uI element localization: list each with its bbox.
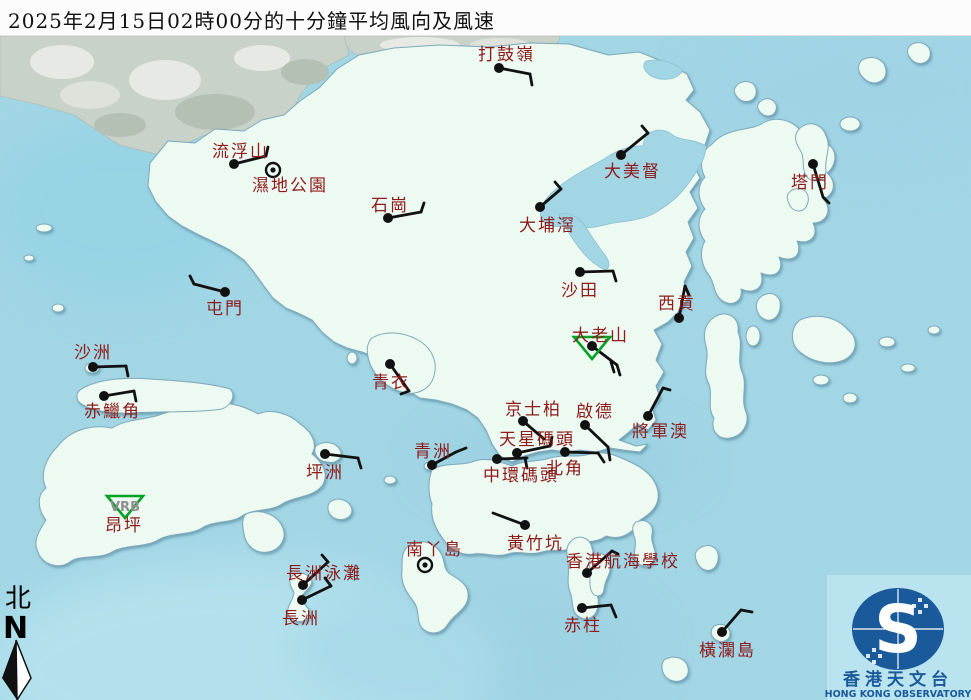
station-label: 塔門: [791, 173, 829, 193]
station-label: 坪洲: [306, 463, 344, 483]
station-label: 香港航海學校: [566, 552, 680, 572]
map-title: 2025年2月15日02時00分的十分鐘平均風向及風速: [8, 5, 495, 34]
station-dot: [520, 520, 530, 530]
station-label: 大埔滘: [519, 216, 576, 236]
wind-barb-tick: [741, 610, 752, 612]
station-label: 黃竹坑: [507, 534, 564, 554]
station-label: 大美督: [604, 162, 661, 182]
station-label: 橫瀾島: [699, 641, 756, 661]
wind-barb-tick: [608, 447, 610, 460]
station-dot: [616, 150, 626, 160]
logo-name-en: HONG KONG OBSERVATORY: [825, 689, 971, 700]
station-dot: [808, 159, 818, 169]
wind-barb-tick: [134, 391, 136, 401]
station-label: 西貢: [658, 294, 696, 314]
calm-wind-dot: [422, 562, 427, 567]
station-dot: [560, 447, 570, 457]
north-arrow: 北 N: [2, 584, 31, 700]
station-label: 沙田: [561, 281, 599, 301]
wind-map-screenshot: 打鼓嶺流浮山濕地公園石崗 大美督塔門大埔滘沙田西貢 屯門大老山沙洲赤鱲角 青衣京士柏啟…: [0, 0, 971, 700]
station-dot: [717, 627, 727, 637]
station-dot: [643, 411, 653, 421]
station-label: 啟德: [576, 402, 614, 422]
vrb-text: VRB: [110, 500, 140, 515]
title-bar: 2025年2月15日02時00分的十分鐘平均風向及風速: [0, 0, 971, 36]
station-label: 赤柱: [564, 616, 602, 636]
station-dot: [575, 267, 585, 277]
hko-logo: S 香港天文台 HONG KONG OBSERVATORY: [825, 575, 971, 700]
hong-kong-wind-map: 打鼓嶺流浮山濕地公園石崗 大美督塔門大埔滘沙田西貢 屯門大老山沙洲赤鱲角 青衣京士柏啟…: [0, 0, 971, 700]
station-label: 打鼓嶺: [478, 45, 535, 65]
station-label: 天星碼頭: [499, 430, 575, 450]
station-label: 濕地公園: [252, 176, 328, 196]
station-dot: [99, 391, 109, 401]
station-label: 青衣: [372, 373, 410, 393]
wind-barb-tick: [530, 74, 532, 85]
compass-label-zh: 北: [5, 584, 31, 614]
station-label: 赤鱲角: [84, 402, 141, 422]
station-label: 長洲泳灘: [286, 564, 362, 584]
station-label: 流浮山: [212, 142, 269, 162]
wind-barb-tick: [126, 366, 128, 376]
station-label: 沙洲: [74, 343, 112, 363]
station-label: 石崗: [371, 196, 409, 216]
calm-wind-dot: [270, 167, 275, 172]
station-dot: [535, 202, 545, 212]
station-dot: [674, 313, 684, 323]
station-label: 南丫島: [406, 540, 463, 560]
station-dot: [220, 287, 230, 297]
station-label: 大老山: [572, 326, 629, 346]
wind-barb-tick: [663, 388, 670, 390]
station-dot: [297, 595, 307, 605]
station-dot: [88, 362, 98, 372]
station-dot: [577, 603, 587, 613]
station-label: 屯門: [206, 299, 244, 319]
station-label: 中環碼頭: [483, 466, 559, 486]
station-label: 青洲: [414, 442, 452, 462]
station-label: 長洲: [282, 609, 320, 629]
station-dot: [492, 454, 502, 464]
station-dot: [320, 449, 330, 459]
station-label: 將軍澳: [632, 422, 689, 442]
station-dot: [385, 359, 395, 369]
logo-name-zh: 香港天文台: [843, 669, 953, 690]
station-ngong-ping: VRB昂坪: [105, 496, 143, 536]
station-label: 昂坪: [105, 516, 143, 536]
station-label: 京士柏: [505, 400, 562, 420]
